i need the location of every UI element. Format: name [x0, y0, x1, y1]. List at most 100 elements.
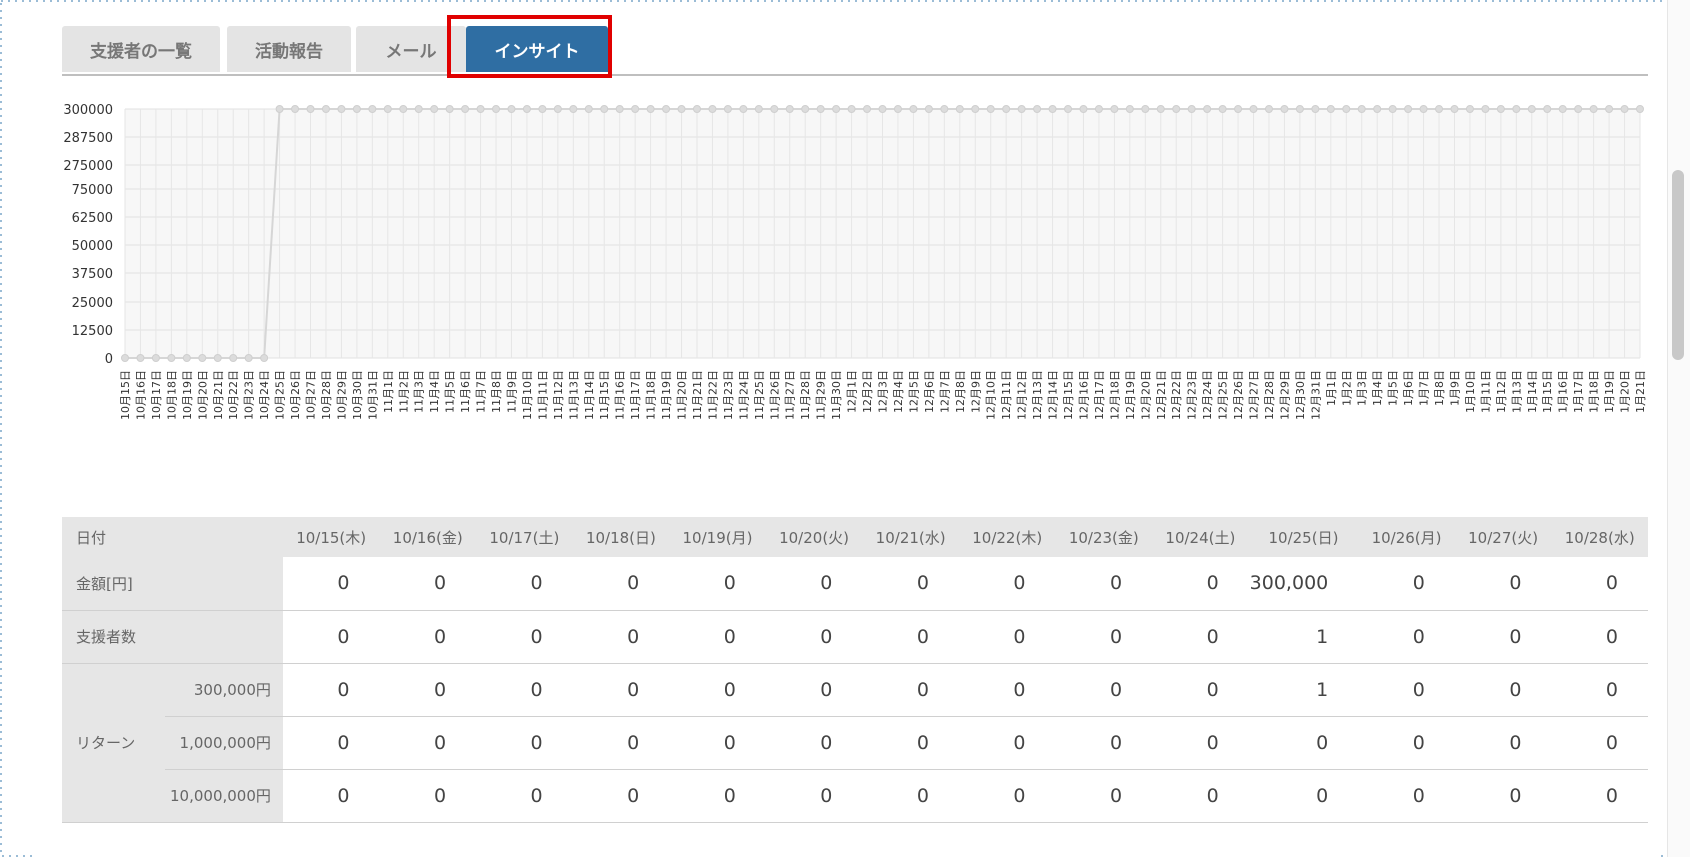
x-tick-label: 10月19日 — [181, 370, 194, 420]
x-tick-label: 1月10日 — [1464, 370, 1477, 413]
insight-table: 日付 10/15(木) 10/16(金) 10/17(土) 10/18(日) 10/19(… — [62, 517, 1648, 823]
x-tick-label: 10月29日 — [335, 370, 348, 420]
data-point — [1249, 105, 1258, 113]
data-point — [430, 105, 439, 113]
x-tick-label: 1月15日 — [1541, 370, 1554, 413]
tab-bar: 支援者の一覧 活動報告 メール インサイト — [62, 26, 1648, 76]
x-tick-label: 10月20日 — [196, 370, 209, 420]
y-tick-label: 50000 — [72, 239, 113, 254]
return-cell: 0 — [572, 716, 670, 770]
date-column-header: 10/23(金) — [1055, 517, 1153, 557]
return-cell: 0 — [1152, 663, 1249, 717]
data-point — [182, 354, 191, 362]
data-point — [1450, 105, 1459, 113]
data-point — [1280, 105, 1289, 113]
data-point — [662, 105, 671, 113]
x-tick-label: 10月22日 — [227, 370, 240, 420]
tab-mail[interactable]: メール — [356, 26, 466, 72]
x-tick-label: 11月24日 — [737, 370, 750, 420]
data-point — [1326, 105, 1335, 113]
y-tick-label: 300000 — [63, 103, 113, 118]
return-cell: 0 — [1454, 769, 1552, 823]
return-cell: 0 — [1358, 716, 1455, 770]
x-tick-label: 11月10日 — [521, 370, 534, 420]
amount-cell: 0 — [476, 557, 573, 611]
x-tick-label: 11月15日 — [598, 370, 611, 420]
data-point — [383, 105, 392, 113]
data-point — [986, 105, 995, 113]
x-tick-label: 11月28日 — [799, 370, 812, 420]
return-cell: 0 — [1248, 769, 1359, 823]
data-point — [1527, 105, 1536, 113]
data-point — [1264, 105, 1273, 113]
data-point — [1620, 105, 1629, 113]
data-point — [321, 105, 330, 113]
return-cell: 0 — [765, 769, 863, 823]
amount-cell: 0 — [282, 557, 380, 611]
supporters-cell: 0 — [476, 610, 573, 664]
x-tick-label: 1月14日 — [1526, 370, 1539, 413]
data-point — [708, 105, 717, 113]
data-point — [1172, 105, 1181, 113]
tab-activity-report[interactable]: 活動報告 — [227, 26, 351, 72]
data-point — [739, 105, 748, 113]
data-point — [924, 105, 933, 113]
x-tick-label: 10月15日 — [119, 370, 132, 420]
return-cell: 0 — [476, 716, 573, 770]
amount-cell: 0 — [1551, 557, 1648, 611]
data-point — [785, 105, 794, 113]
data-point — [909, 105, 918, 113]
data-point — [569, 105, 578, 113]
x-tick-label: 11月18日 — [645, 370, 658, 420]
return-cell: 0 — [379, 663, 477, 717]
x-tick-label: 10月16日 — [134, 370, 147, 420]
return-cell: 0 — [379, 716, 477, 770]
date-column-header: 10/22(木) — [958, 517, 1056, 557]
data-point — [538, 105, 547, 113]
supporters-cell: 1 — [1248, 610, 1359, 664]
return-tier-label: 300,000円 — [165, 663, 283, 717]
x-tick-label: 11月23日 — [722, 370, 735, 420]
x-tick-label: 10月28日 — [320, 370, 333, 420]
x-tick-label: 11月20日 — [676, 370, 689, 420]
data-point — [1017, 105, 1026, 113]
data-point — [1033, 105, 1042, 113]
data-point — [213, 354, 222, 362]
data-point — [1574, 105, 1583, 113]
data-point — [1605, 105, 1614, 113]
x-tick-label: 11月9日 — [505, 370, 518, 413]
x-tick-label: 1月8日 — [1433, 370, 1446, 406]
x-tick-label: 12月16日 — [1077, 370, 1090, 420]
date-column-header: 10/19(月) — [669, 517, 766, 557]
supporters-cell: 0 — [958, 610, 1056, 664]
amount-cell: 0 — [379, 557, 477, 611]
supporters-cell: 0 — [1358, 610, 1455, 664]
x-tick-label: 12月28日 — [1263, 370, 1276, 420]
x-tick-label: 12月14日 — [1047, 370, 1060, 420]
data-point — [507, 105, 516, 113]
x-tick-label: 1月21日 — [1634, 370, 1647, 413]
x-tick-label: 11月26日 — [768, 370, 781, 420]
x-tick-label: 11月4日 — [428, 370, 441, 413]
tab-supporter-list[interactable]: 支援者の一覧 — [62, 26, 220, 72]
x-tick-label: 12月1日 — [846, 370, 859, 413]
x-tick-label: 12月7日 — [938, 370, 951, 413]
return-cell: 0 — [282, 716, 380, 770]
data-point — [244, 354, 253, 362]
data-point — [723, 105, 732, 113]
scrollbar-thumb[interactable] — [1672, 170, 1684, 360]
x-tick-label: 10月18日 — [165, 370, 178, 420]
data-point — [476, 105, 485, 113]
supporters-cell: 0 — [765, 610, 863, 664]
data-point — [1141, 105, 1150, 113]
vertical-scrollbar[interactable] — [1667, 0, 1690, 857]
return-cell: 0 — [1454, 716, 1552, 770]
supporters-cell: 0 — [572, 610, 670, 664]
return-cell: 0 — [958, 716, 1056, 770]
x-tick-label: 11月16日 — [614, 370, 627, 420]
data-point — [584, 105, 593, 113]
tab-insight[interactable]: インサイト — [466, 26, 608, 72]
date-column-header: 10/27(火) — [1454, 517, 1552, 557]
data-point — [1543, 105, 1552, 113]
x-tick-label: 12月10日 — [985, 370, 998, 420]
